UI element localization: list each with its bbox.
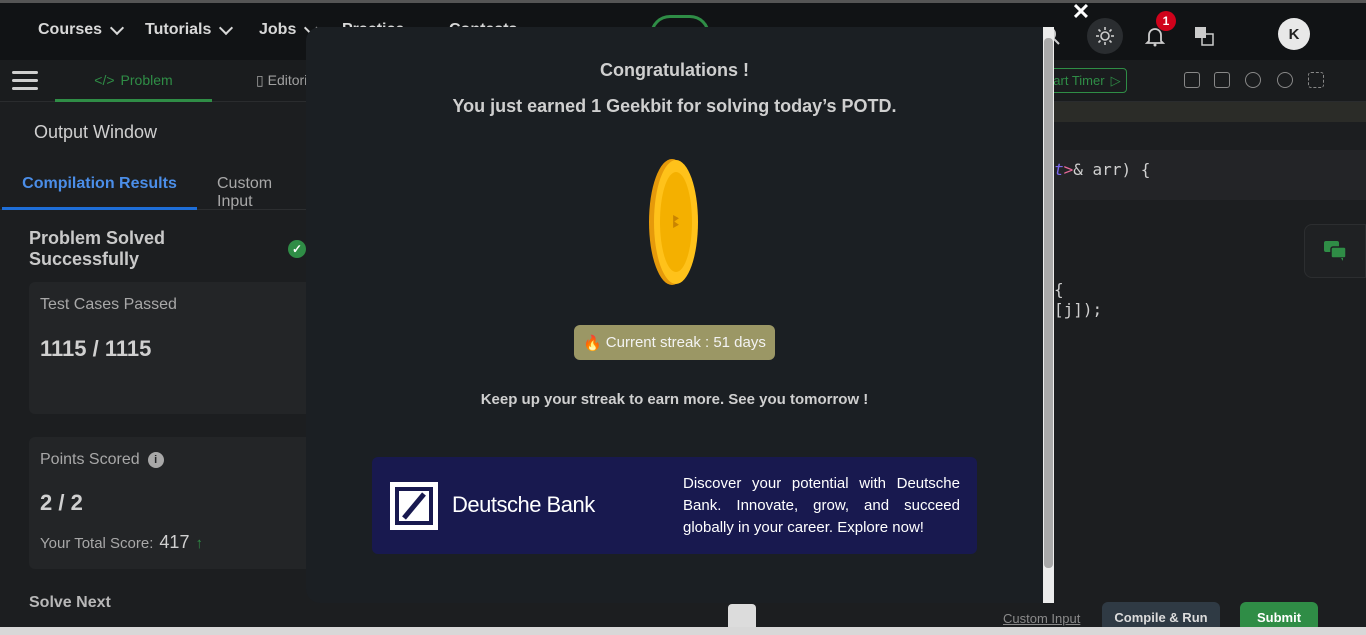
refresh-icon[interactable]	[1277, 72, 1293, 88]
code-icon: </>	[94, 71, 115, 88]
tab-problem[interactable]: </> Problem	[55, 60, 212, 102]
nav-tutorials[interactable]: Tutorials	[145, 20, 234, 39]
custom-input-link[interactable]: Custom Input	[1003, 611, 1080, 626]
nav-jobs-label: Jobs	[259, 21, 297, 38]
close-icon[interactable]: ✕	[1068, 0, 1094, 24]
tab-compilation-results[interactable]: Compilation Results	[2, 160, 197, 210]
modal-subtitle: You just earned 1 Geekbit for solving to…	[452, 96, 897, 116]
ad-text: Discover your potential with Deutsche Ba…	[683, 475, 960, 536]
arrow-up-icon: ↑	[195, 535, 203, 552]
status-text: Problem Solved Successfully	[29, 228, 166, 269]
editor-action-bar: Custom Input Compile & Run Submit	[670, 600, 1366, 632]
test-cases-label: Test Cases Passed	[40, 296, 177, 314]
streak-badge: 🔥 Current streak : 51 days	[574, 325, 775, 360]
output-tabs: Compilation Results Custom Input	[0, 160, 306, 210]
total-score: Your Total Score: 417 ↑	[40, 532, 203, 553]
solve-next-heading: Solve Next	[29, 594, 111, 611]
copy-icon[interactable]	[1184, 72, 1200, 88]
code-line-index: [j]);	[1054, 300, 1103, 319]
gear-icon[interactable]	[1245, 72, 1261, 88]
keep-up-message: Keep up your streak to earn more. See yo…	[480, 391, 869, 408]
test-cases-card: Test Cases Passed 1115 / 1115	[29, 282, 319, 414]
chevron-down-icon	[219, 20, 234, 35]
nav-courses[interactable]: Courses	[38, 20, 125, 39]
notification-badge: 1	[1156, 11, 1176, 31]
modal-scrollbar-thumb[interactable]	[1044, 38, 1053, 568]
code-editor[interactable]: t>& arr) { { [j]);	[1054, 102, 1366, 602]
hamburger-icon[interactable]	[12, 71, 38, 91]
points-card: Points Scored i 2 / 2 Your Total Score: …	[29, 437, 319, 569]
lightbulb-icon[interactable]	[728, 604, 756, 628]
advertisement-banner[interactable]: Deutsche Bank Discover your potential wi…	[372, 457, 977, 554]
chat-button[interactable]	[1304, 224, 1366, 278]
nav-courses-label: Courses	[38, 21, 103, 38]
tab-custom-input[interactable]: Custom Input	[217, 175, 306, 211]
editor-header-band	[1054, 102, 1366, 122]
output-window-title: Output Window	[34, 122, 158, 142]
points-label: Points Scored i	[40, 451, 164, 469]
points-label-text: Points Scored	[40, 451, 140, 468]
check-icon: ✓	[288, 240, 306, 258]
modal-title: Congratulations !	[600, 60, 749, 80]
ad-brand: Deutsche Bank	[452, 492, 595, 517]
coin-icon: ꔪ	[649, 159, 698, 285]
total-score-value: 417	[159, 532, 190, 552]
export-icon[interactable]	[1214, 72, 1230, 88]
code-type-token: t	[1054, 160, 1064, 179]
code-line-brace: {	[1054, 280, 1064, 299]
document-icon: ▯	[256, 72, 264, 88]
translate-icon[interactable]	[1186, 18, 1222, 54]
test-cases-label-text: Test Cases Passed	[40, 296, 177, 313]
code-line-signature: t>& arr) {	[1054, 160, 1151, 179]
play-icon: ▷	[1110, 72, 1121, 88]
window-bottom-edge	[0, 627, 1366, 635]
flame-icon: 🔥	[583, 334, 602, 352]
streak-text: Current streak : 51 days	[605, 334, 766, 351]
svg-text:ꔪ: ꔪ	[672, 212, 680, 233]
chat-icon	[1324, 241, 1347, 261]
info-icon[interactable]: i	[147, 452, 164, 468]
test-cases-value: 1115 / 1115	[40, 336, 152, 361]
total-score-label: Your Total Score:	[40, 535, 154, 552]
deutsche-bank-logo	[390, 482, 438, 530]
tab-problem-label: Problem	[120, 71, 173, 88]
chevron-down-icon	[109, 20, 125, 35]
fullscreen-icon[interactable]	[1308, 72, 1324, 88]
code-signature-rest: & arr) {	[1073, 160, 1151, 179]
nav-tutorials-label: Tutorials	[145, 21, 212, 38]
avatar[interactable]: K	[1278, 18, 1310, 50]
points-value: 2 / 2	[40, 490, 83, 515]
status-message: Problem Solved Successfully ✓	[29, 228, 306, 270]
output-panel: Output Window Compilation Results Custom…	[0, 102, 319, 627]
